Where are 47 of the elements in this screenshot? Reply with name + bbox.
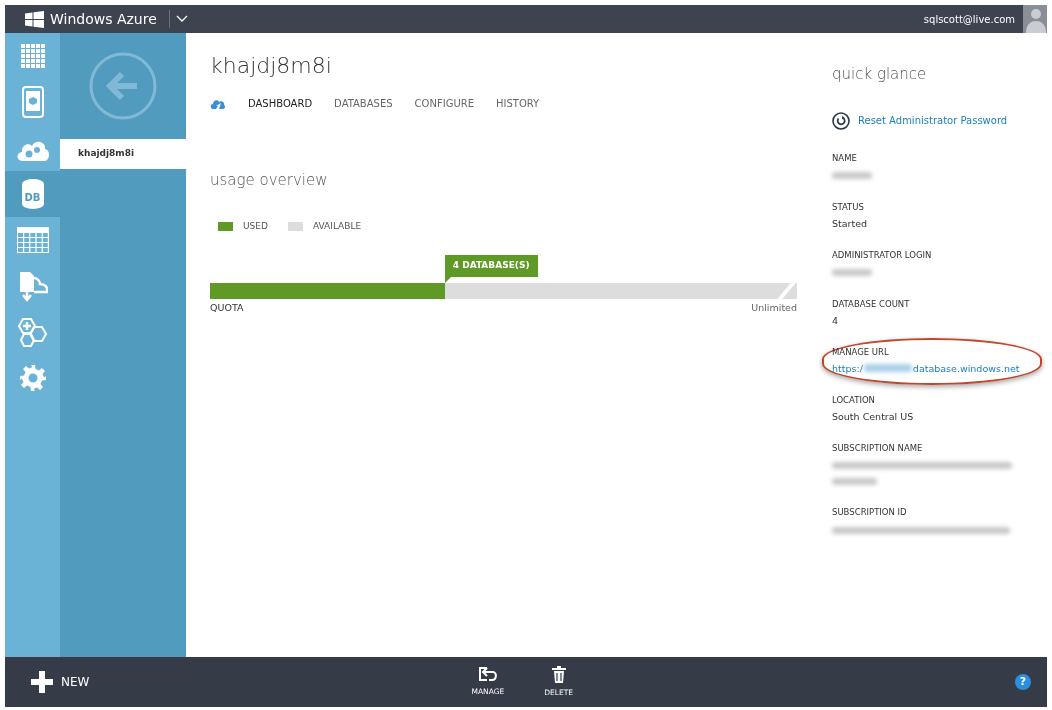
gear-icon[interactable] — [19, 365, 46, 391]
field-label: LOCATION — [832, 393, 876, 407]
field-label: MANAGE URL — [832, 345, 890, 359]
field-value: South Central US — [832, 410, 915, 425]
page-title: khajdj8m8i — [210, 52, 333, 80]
hexagons-icon[interactable] — [16, 317, 49, 347]
quota-label: QUOTA — [210, 300, 244, 315]
resource-item[interactable]: khajdj8m8i — [60, 139, 186, 169]
nav-tab[interactable]: DATABASES — [334, 96, 393, 111]
field-label: SUBSCRIPTION NAME — [832, 441, 924, 455]
nav-tab[interactable]: HISTORY — [495, 96, 540, 111]
avatar-icon[interactable] — [1023, 5, 1047, 33]
grid-icon[interactable] — [20, 44, 45, 68]
trash-icon — [551, 665, 566, 683]
manage-icon — [477, 665, 498, 682]
redacted-value — [832, 172, 872, 180]
redacted-value — [832, 477, 877, 485]
limit-label: Unlimited — [751, 300, 797, 315]
nav-tab[interactable]: CONFIGURE — [414, 96, 474, 111]
scale-break-mark — [777, 282, 796, 299]
section-title: usage overview — [210, 170, 329, 191]
table-icon[interactable] — [16, 227, 49, 253]
redacted-value — [832, 269, 872, 277]
import-icon[interactable] — [17, 270, 48, 302]
field-label: NAME — [832, 151, 858, 165]
manage-url-link[interactable]: https:/ database.windows.net — [832, 362, 1020, 377]
field-label: SUBSCRIPTION ID — [832, 505, 908, 519]
phone-icon[interactable] — [21, 86, 44, 118]
legend-label: AVAILABLE — [312, 219, 362, 233]
user-email[interactable]: sqlscott@live.com — [923, 11, 1015, 27]
field-value: Started — [832, 217, 869, 232]
brand-name[interactable]: Windows Azure — [50, 8, 157, 30]
new-button[interactable]: NEW — [31, 671, 90, 693]
plus-icon — [31, 671, 53, 693]
section-title: quick glance — [832, 64, 928, 85]
usage-callout: 4 DATABASE(S) — [444, 255, 538, 277]
field-label: ADMINISTRATOR LOGIN — [832, 248, 933, 262]
reset-icon — [832, 111, 850, 130]
chevron-down-icon[interactable] — [175, 15, 188, 23]
field-value: 4 — [832, 314, 840, 329]
field-label: STATUS — [832, 200, 865, 214]
nav-tab[interactable]: DASHBOARD — [248, 96, 313, 111]
windows-logo-icon — [25, 10, 44, 28]
legend-label: USED — [243, 219, 268, 233]
cloud-bolt-icon — [210, 98, 226, 109]
reset-password-link[interactable]: Reset Administrator Password — [858, 113, 1008, 128]
field-label: DATABASE COUNT — [832, 297, 911, 311]
